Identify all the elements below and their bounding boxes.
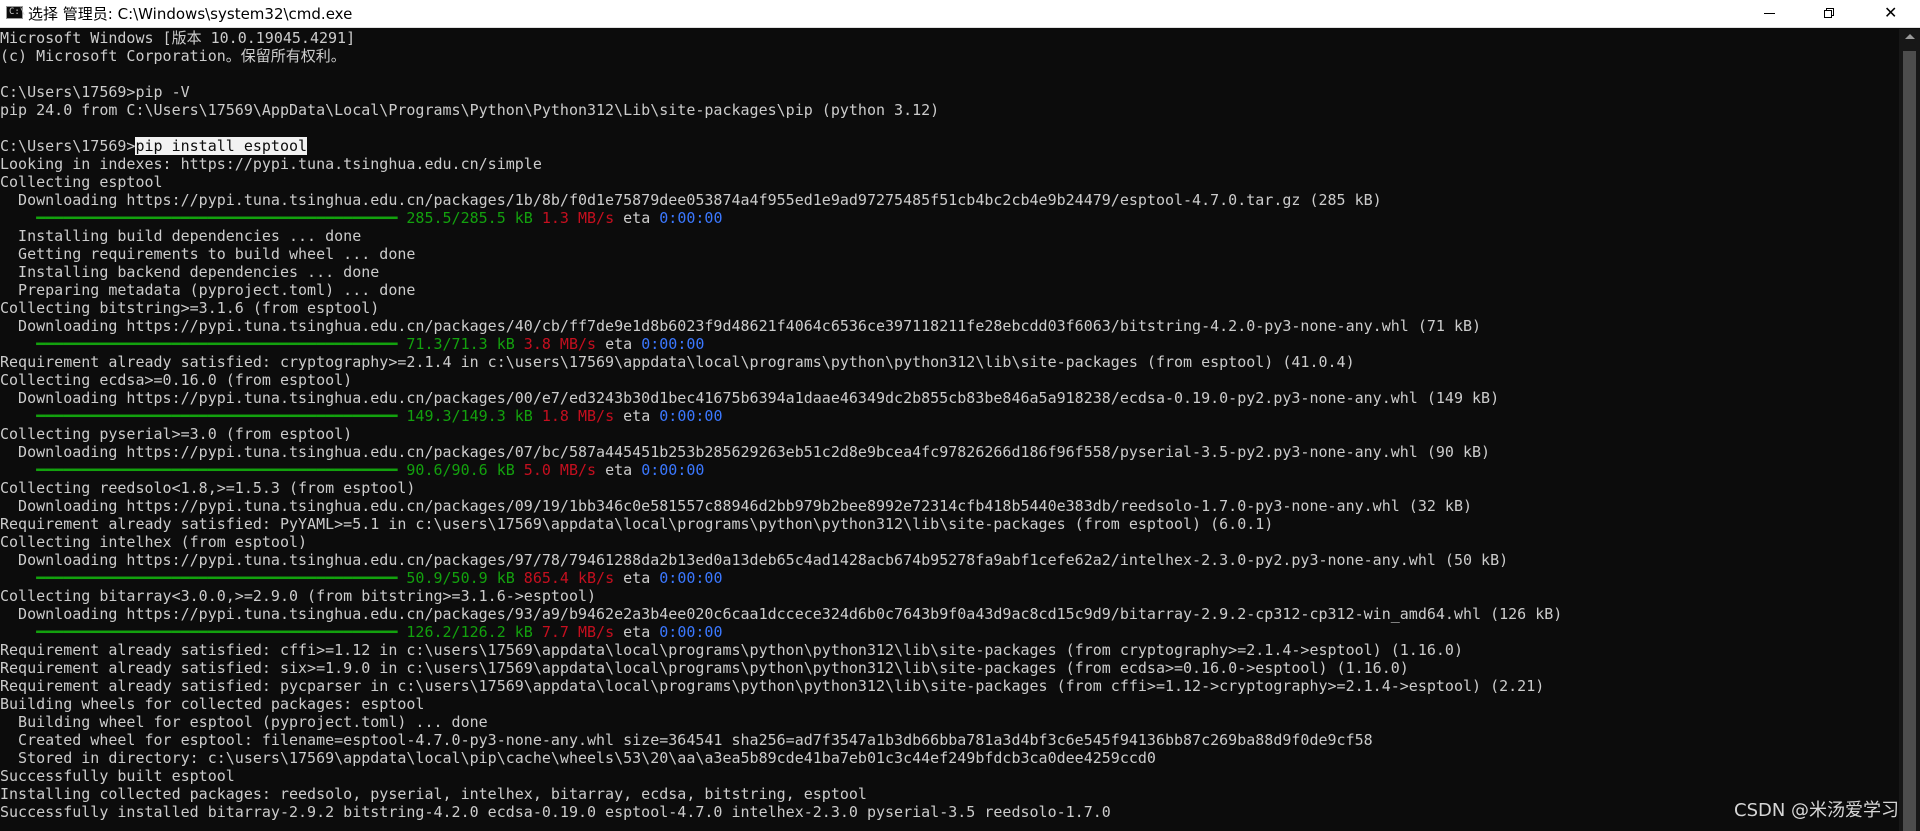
- console-line: Installing build dependencies ... done: [0, 227, 362, 245]
- progress-speed: 1.3 MB/s: [541, 209, 615, 227]
- vertical-scrollbar[interactable]: [1899, 29, 1920, 831]
- progress-eta: 0:00:00: [659, 209, 723, 227]
- console-line: Downloading https://pypi.tuna.tsinghua.e…: [0, 443, 1491, 461]
- close-icon: ✕: [1884, 3, 1898, 22]
- progress-speed: 865.4 kB/s: [523, 569, 615, 587]
- scroll-up-arrow-icon[interactable]: [1905, 34, 1915, 39]
- console-line: Collecting reedsolo<1.8,>=1.5.3 (from es…: [0, 479, 416, 497]
- progress-eta-label: eta: [623, 407, 651, 425]
- title-bar[interactable]: C:\ 选择 管理员: C:\Windows\system32\cmd.exe …: [0, 0, 1920, 28]
- scroll-thumb[interactable]: [1903, 51, 1916, 831]
- selected-command[interactable]: pip install esptool: [135, 137, 308, 155]
- window-title: 选择 管理员: C:\Windows\system32\cmd.exe: [28, 5, 353, 23]
- progress-line: ━━━━━━━━━━━━━━━━━━━━━━━━━━━━━━━━━━━━━━━━…: [0, 569, 722, 587]
- progress-speed: 5.0 MB/s: [523, 461, 597, 479]
- progress-line: ━━━━━━━━━━━━━━━━━━━━━━━━━━━━━━━━━━━━━━━━…: [0, 335, 704, 353]
- restore-button[interactable]: [1800, 0, 1858, 27]
- close-button[interactable]: ✕: [1860, 0, 1920, 27]
- progress-bar: ━━━━━━━━━━━━━━━━━━━━━━━━━━━━━━━━━━━━━━━━: [36, 623, 398, 641]
- console-line: Installing collected packages: reedsolo,…: [0, 785, 867, 803]
- console-line: Getting requirements to build wheel ... …: [0, 245, 416, 263]
- console-line: C:\Users\17569>pip -V: [0, 83, 190, 101]
- console-line: Stored in directory: c:\users\17569\appd…: [0, 749, 1156, 767]
- cmd-window: C:\ 选择 管理员: C:\Windows\system32\cmd.exe …: [0, 0, 1920, 831]
- progress-line: ━━━━━━━━━━━━━━━━━━━━━━━━━━━━━━━━━━━━━━━━…: [0, 623, 722, 641]
- progress-eta: 0:00:00: [659, 569, 723, 587]
- console-line: Downloading https://pypi.tuna.tsinghua.e…: [0, 317, 1482, 335]
- console-output[interactable]: Microsoft Windows [版本 10.0.19045.4291] (…: [0, 29, 1898, 831]
- progress-bar: ━━━━━━━━━━━━━━━━━━━━━━━━━━━━━━━━━━━━━━━━: [36, 335, 398, 353]
- console-line: Installing backend dependencies ... done: [0, 263, 380, 281]
- progress-bar: ━━━━━━━━━━━━━━━━━━━━━━━━━━━━━━━━━━━━━━━━: [36, 461, 398, 479]
- progress-bar: ━━━━━━━━━━━━━━━━━━━━━━━━━━━━━━━━━━━━━━━━: [36, 209, 398, 227]
- console-line: Collecting pyserial>=3.0 (from esptool): [0, 425, 353, 443]
- progress-eta: 0:00:00: [641, 461, 705, 479]
- console-line: Downloading https://pypi.tuna.tsinghua.e…: [0, 497, 1473, 515]
- progress-speed: 7.7 MB/s: [541, 623, 615, 641]
- progress-speed: 3.8 MB/s: [523, 335, 597, 353]
- progress-line: ━━━━━━━━━━━━━━━━━━━━━━━━━━━━━━━━━━━━━━━━…: [0, 407, 722, 425]
- prompt-text: C:\Users\17569>: [0, 137, 136, 155]
- progress-size: 149.3/149.3 kB: [406, 407, 533, 425]
- progress-speed: 1.8 MB/s: [541, 407, 615, 425]
- console-line: Downloading https://pypi.tuna.tsinghua.e…: [0, 551, 1509, 569]
- command-line: C:\Users\17569>pip install esptool: [0, 137, 308, 155]
- console-line: Building wheel for esptool (pyproject.to…: [0, 713, 488, 731]
- console-line: pip 24.0 from C:\Users\17569\AppData\Loc…: [0, 101, 940, 119]
- progress-size: 90.6/90.6 kB: [406, 461, 515, 479]
- progress-bar: ━━━━━━━━━━━━━━━━━━━━━━━━━━━━━━━━━━━━━━━━: [36, 569, 398, 587]
- console-line: Downloading https://pypi.tuna.tsinghua.e…: [0, 191, 1382, 209]
- cmd-icon[interactable]: C:\: [6, 6, 25, 19]
- progress-size: 126.2/126.2 kB: [406, 623, 533, 641]
- progress-eta-label: eta: [623, 623, 651, 641]
- progress-eta-label: eta: [605, 461, 633, 479]
- minimize-icon: [1764, 13, 1775, 14]
- progress-eta-label: eta: [605, 335, 633, 353]
- console-line: Downloading https://pypi.tuna.tsinghua.e…: [0, 389, 1500, 407]
- progress-eta-label: eta: [623, 209, 651, 227]
- console-line: Downloading https://pypi.tuna.tsinghua.e…: [0, 605, 1563, 623]
- csdn-watermark: CSDN @米汤爱学习: [1734, 800, 1900, 821]
- console-line: Collecting bitstring>=3.1.6 (from esptoo…: [0, 299, 380, 317]
- console-line: Building wheels for collected packages: …: [0, 695, 425, 713]
- progress-line: ━━━━━━━━━━━━━━━━━━━━━━━━━━━━━━━━━━━━━━━━…: [0, 209, 722, 227]
- console-line: Successfully installed bitarray-2.9.2 bi…: [0, 803, 1111, 821]
- console-line: Preparing metadata (pyproject.toml) ... …: [0, 281, 416, 299]
- restore-icon-front: [1824, 10, 1832, 18]
- minimize-button[interactable]: [1740, 0, 1798, 27]
- console-line: Collecting intelhex (from esptool): [0, 533, 308, 551]
- console-line: Looking in indexes: https://pypi.tuna.ts…: [0, 155, 542, 173]
- progress-eta: 0:00:00: [659, 407, 723, 425]
- progress-size: 71.3/71.3 kB: [406, 335, 515, 353]
- console-line: Requirement already satisfied: pycparser…: [0, 677, 1545, 695]
- progress-eta: 0:00:00: [641, 335, 705, 353]
- console-line: Successfully built esptool: [0, 767, 235, 785]
- console-line: Requirement already satisfied: cffi>=1.1…: [0, 641, 1463, 659]
- console-line: Collecting bitarray<3.0.0,>=2.9.0 (from …: [0, 587, 597, 605]
- console-line: Microsoft Windows [版本 10.0.19045.4291]: [0, 29, 356, 47]
- progress-size: 285.5/285.5 kB: [406, 209, 533, 227]
- progress-eta-label: eta: [623, 569, 651, 587]
- console-line: Requirement already satisfied: six>=1.9.…: [0, 659, 1409, 677]
- console-line: Requirement already satisfied: PyYAML>=5…: [0, 515, 1274, 533]
- console-line: Collecting esptool: [0, 173, 163, 191]
- console-line: Created wheel for esptool: filename=espt…: [0, 731, 1373, 749]
- progress-eta: 0:00:00: [659, 623, 723, 641]
- progress-size: 50.9/50.9 kB: [406, 569, 515, 587]
- progress-bar: ━━━━━━━━━━━━━━━━━━━━━━━━━━━━━━━━━━━━━━━━: [36, 407, 398, 425]
- progress-line: ━━━━━━━━━━━━━━━━━━━━━━━━━━━━━━━━━━━━━━━━…: [0, 461, 704, 479]
- console-line: (c) Microsoft Corporation。保留所有权利。: [0, 47, 346, 65]
- console-line: Requirement already satisfied: cryptogra…: [0, 353, 1355, 371]
- console-line: Collecting ecdsa>=0.16.0 (from esptool): [0, 371, 353, 389]
